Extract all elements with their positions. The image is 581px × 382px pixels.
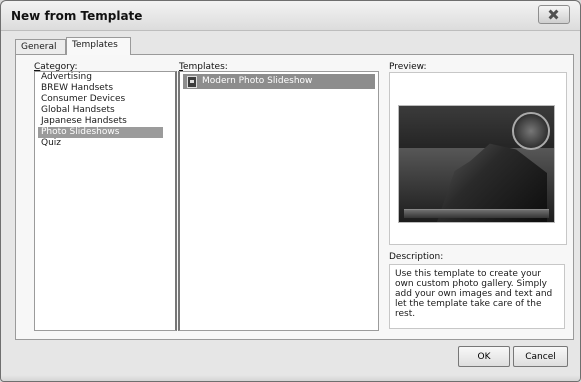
- dialog-buttons: OK Cancel: [1, 346, 581, 371]
- template-preview-image: [398, 105, 555, 223]
- description-label: Description:: [389, 252, 444, 262]
- tab-templates[interactable]: Templates: [66, 37, 131, 55]
- new-from-template-dialog: New from Template General Templates Cate…: [0, 0, 581, 382]
- window-title: New from Template: [11, 9, 143, 23]
- cancel-button[interactable]: Cancel: [513, 346, 568, 367]
- category-item-global-handsets[interactable]: Global Handsets: [38, 105, 175, 116]
- preview-label: Preview:: [389, 62, 427, 72]
- category-item-photo-slideshows[interactable]: Photo Slideshows: [38, 127, 163, 138]
- tab-general[interactable]: General: [15, 39, 66, 54]
- preview-photo-badge: [512, 112, 550, 150]
- category-item-brew-handsets[interactable]: BREW Handsets: [38, 83, 175, 94]
- category-item-consumer-devices[interactable]: Consumer Devices: [38, 94, 175, 105]
- ok-button[interactable]: OK: [458, 346, 510, 367]
- category-item-japanese-handsets[interactable]: Japanese Handsets: [38, 116, 175, 127]
- description-box: Use this template to create your own cus…: [389, 264, 565, 329]
- templates-list[interactable]: Modern Photo Slideshow: [178, 71, 379, 331]
- preview-slideshow-strip: [404, 209, 549, 218]
- template-item-modern-photo-slideshow[interactable]: Modern Photo Slideshow: [183, 74, 375, 89]
- title-bar[interactable]: New from Template: [1, 1, 580, 31]
- category-item-advertising[interactable]: Advertising: [38, 72, 175, 83]
- document-icon: [187, 76, 197, 88]
- category-list[interactable]: Advertising BREW Handsets Consumer Devic…: [34, 71, 177, 331]
- template-item-label: Modern Photo Slideshow: [202, 76, 313, 86]
- dialog-bottom-border: [1, 375, 580, 381]
- category-item-quiz[interactable]: Quiz: [38, 138, 175, 149]
- close-button[interactable]: [538, 5, 570, 24]
